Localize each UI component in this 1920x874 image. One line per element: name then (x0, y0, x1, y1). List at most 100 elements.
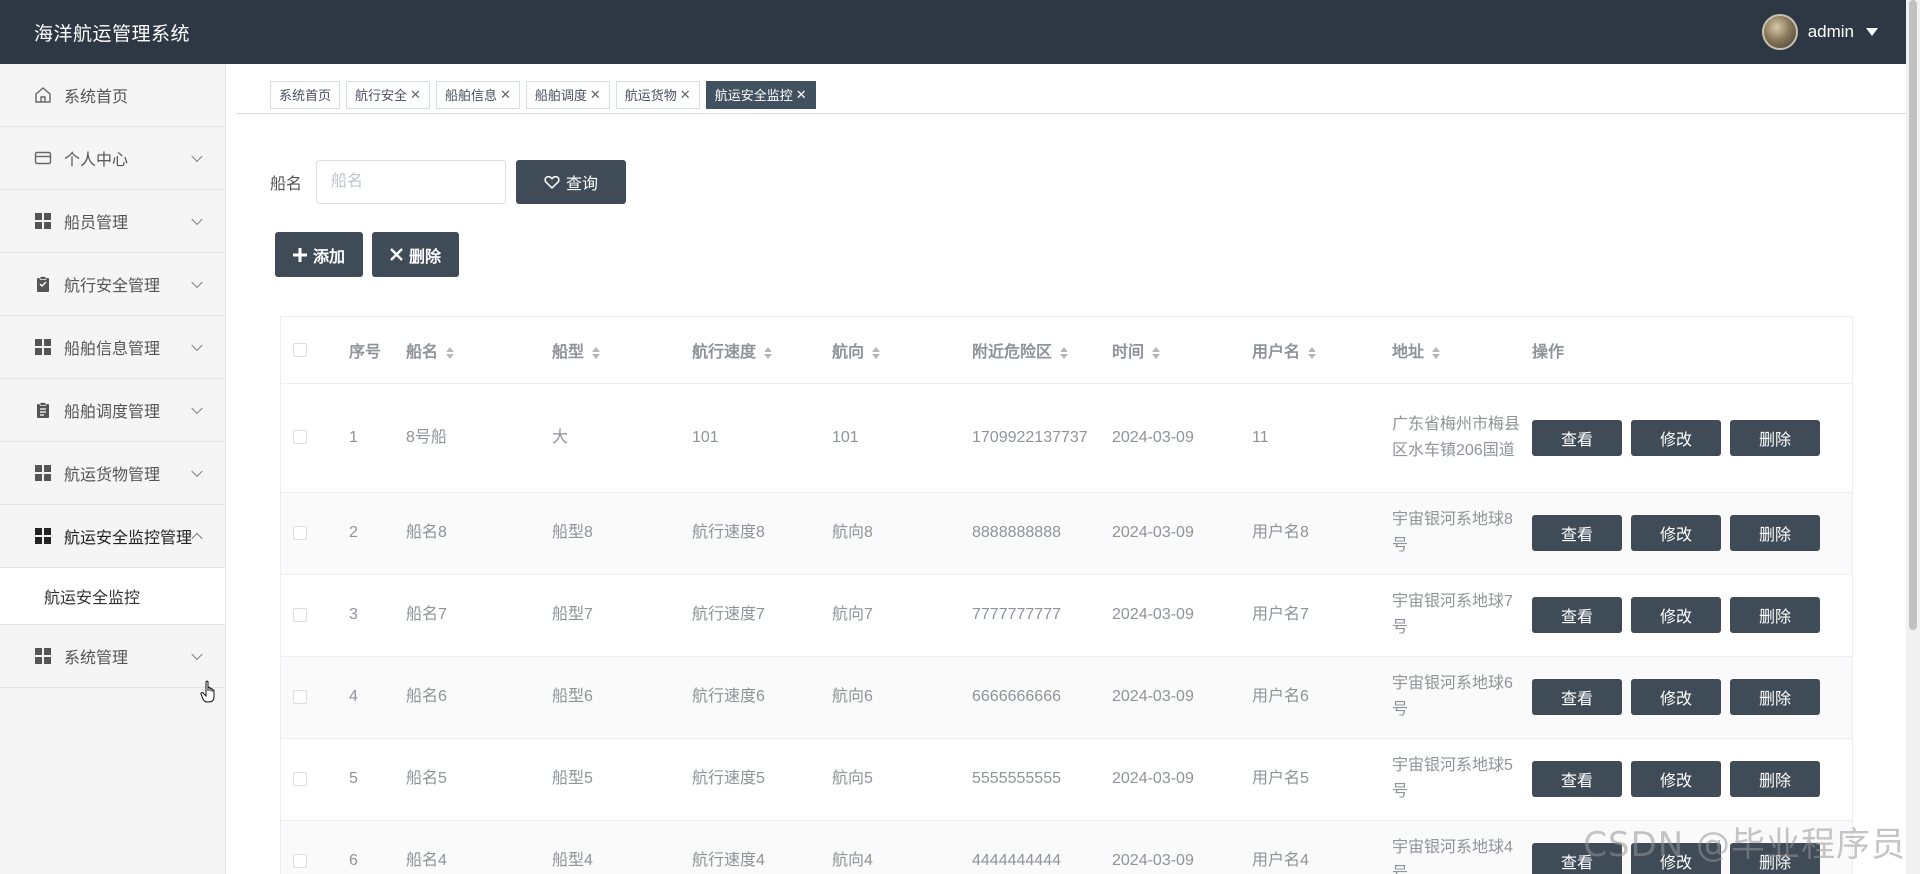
cell-no: 2 (349, 492, 406, 575)
sidebar-item-label: 系统管理 (64, 650, 129, 667)
delete-button[interactable]: 删除 (372, 232, 460, 277)
cell-danger: 4444444444 (972, 820, 1112, 874)
row-delete-button[interactable]: 删除 (1730, 679, 1820, 715)
view-button[interactable]: 查看 (1532, 761, 1622, 797)
row-delete-button[interactable]: 删除 (1730, 761, 1820, 797)
view-button[interactable]: 查看 (1532, 679, 1622, 715)
tab-cargo[interactable]: 航运货物 ✕ (615, 80, 700, 109)
tab-safety-monitoring[interactable]: 航运安全监控 ✕ (705, 80, 816, 109)
sidebar-item-navigation-safety[interactable]: 航行安全管理 (0, 253, 225, 316)
edit-button[interactable]: 修改 (1631, 761, 1721, 797)
cell-addr: 广东省梅州市梅县区水车镇206国道 (1392, 383, 1532, 493)
view-button[interactable]: 查看 (1532, 597, 1622, 633)
row-checkbox[interactable] (293, 607, 307, 622)
sort-icon[interactable] (764, 346, 773, 359)
edit-button[interactable]: 修改 (1631, 597, 1721, 633)
sort-icon[interactable] (1060, 346, 1069, 359)
row-checkbox[interactable] (293, 771, 307, 786)
cell-type: 船型5 (552, 738, 692, 821)
cell-type: 大 (552, 383, 692, 493)
column-header[interactable]: 船型 (552, 317, 692, 384)
add-button[interactable]: 添加 (275, 232, 364, 277)
close-icon[interactable]: ✕ (680, 87, 691, 103)
table-row: 5 船名5 船型5 航行速度5 航向5 5555555555 2024-03-09 用户名5 宇… (281, 738, 1852, 821)
column-header[interactable]: 地址 (1392, 317, 1532, 384)
close-icon[interactable]: ✕ (410, 87, 421, 103)
cell-speed: 航行速度7 (692, 574, 832, 657)
view-button[interactable]: 查看 (1532, 515, 1622, 551)
column-header[interactable]: 船名 (406, 317, 552, 384)
sidebar-item-ship-dispatch[interactable]: 船舶调度管理 (0, 379, 225, 442)
clipboard-icon (34, 401, 52, 419)
heart-icon (544, 175, 560, 190)
sidebar-item-cargo[interactable]: 航运货物管理 (0, 442, 225, 505)
cell-addr: 宇宙银河系地球5号 (1392, 738, 1532, 821)
edit-button[interactable]: 修改 (1631, 419, 1721, 456)
sidebar-item-home[interactable]: 系统首页 (0, 64, 225, 127)
user-menu[interactable]: admin (1761, 14, 1878, 50)
cell-type: 船型8 (552, 492, 692, 575)
cell-type: 船型4 (552, 820, 692, 874)
cell-addr: 宇宙银河系地球6号 (1392, 656, 1532, 739)
cell-type: 船型7 (552, 574, 692, 657)
page-scrollbar[interactable] (1906, 0, 1920, 874)
chevron-down-icon (191, 339, 203, 352)
select-all-checkbox[interactable] (293, 342, 307, 357)
sidebar-item-safety-monitoring[interactable]: 航运安全监控管理 (0, 505, 225, 568)
edit-button[interactable]: 修改 (1631, 515, 1721, 551)
sidebar-item-personal-center[interactable]: 个人中心 (0, 127, 225, 190)
sort-icon[interactable] (592, 346, 601, 359)
column-header[interactable]: 时间 (1112, 317, 1252, 384)
tabs-bar: 系统首页 航行安全 ✕ 船舶信息 ✕ 船舶调度 ✕ 航运货物 ✕ 航运安全监控 ✕ (236, 76, 1906, 114)
scrollbar-thumb[interactable] (1909, 0, 1917, 630)
tab-ship-info[interactable]: 船舶信息 ✕ (435, 80, 520, 109)
row-checkbox[interactable] (293, 430, 307, 445)
row-delete-button[interactable]: 删除 (1730, 597, 1820, 633)
cell-no: 6 (349, 820, 406, 874)
caret-down-icon[interactable] (1866, 28, 1878, 36)
cell-speed: 航行速度5 (692, 738, 832, 821)
column-header[interactable]: 附近危险区 (972, 317, 1112, 384)
sort-icon[interactable] (1432, 346, 1441, 359)
chevron-down-icon (191, 213, 203, 226)
search-input[interactable] (316, 160, 507, 204)
close-icon[interactable]: ✕ (500, 87, 511, 103)
avatar[interactable] (1761, 14, 1798, 50)
tab-ship-dispatch[interactable]: 船舶调度 ✕ (525, 80, 610, 109)
tab-navigation-safety[interactable]: 航行安全 ✕ (346, 80, 430, 109)
username[interactable]: admin (1808, 22, 1854, 42)
grid-icon (34, 464, 52, 482)
cell-danger: 7777777777 (972, 574, 1112, 657)
row-delete-button[interactable]: 删除 (1730, 419, 1820, 456)
row-delete-button[interactable]: 删除 (1730, 515, 1820, 551)
delete-button-label: 删除 (409, 248, 442, 266)
query-button[interactable]: 查询 (516, 160, 627, 204)
close-icon[interactable]: ✕ (590, 87, 601, 103)
close-icon[interactable]: ✕ (796, 87, 807, 103)
sidebar-item-system[interactable]: 系统管理 (0, 625, 225, 688)
hand-cursor-icon (200, 680, 215, 703)
column-header[interactable]: 航行速度 (692, 317, 832, 384)
cell-no: 3 (349, 574, 406, 657)
sort-icon[interactable] (1152, 346, 1161, 359)
row-checkbox[interactable] (293, 689, 307, 704)
sidebar-item-crew[interactable]: 船员管理 (0, 190, 225, 253)
tab-home[interactable]: 系统首页 (270, 80, 341, 109)
sidebar-item-ship-info[interactable]: 船舶信息管理 (0, 316, 225, 379)
row-checkbox[interactable] (293, 853, 307, 868)
sort-icon[interactable] (872, 346, 881, 359)
grid-icon (34, 338, 52, 356)
edit-button[interactable]: 修改 (1631, 679, 1721, 715)
view-button[interactable]: 查看 (1532, 419, 1622, 456)
chevron-down-icon (191, 648, 203, 661)
column-header[interactable]: 航向 (832, 317, 972, 384)
sidebar-subitem-safety-monitoring[interactable]: 航运安全监控 (0, 568, 225, 625)
search-label: 船名 (270, 176, 303, 193)
query-button-label: 查询 (566, 176, 599, 193)
sort-icon[interactable] (446, 346, 455, 359)
cell-ops: 查看 修改 删除 (1532, 492, 1852, 575)
sort-icon[interactable] (1308, 346, 1317, 359)
row-checkbox[interactable] (293, 525, 307, 540)
column-header[interactable]: 用户名 (1252, 317, 1392, 384)
search-bar: 船名 查询 (270, 160, 627, 204)
